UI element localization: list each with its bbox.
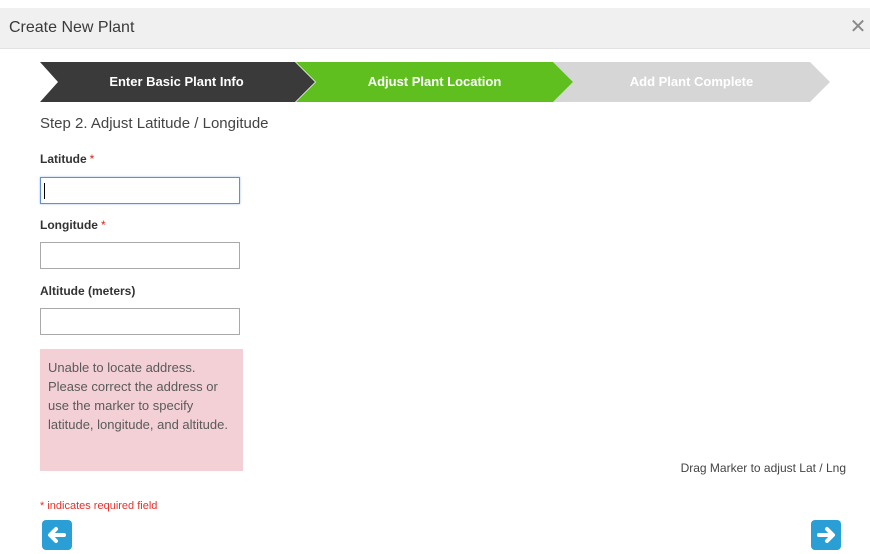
altitude-label-text: Altitude (meters) — [40, 284, 136, 298]
arrow-left-icon — [48, 527, 66, 543]
required-mark: * — [100, 218, 106, 232]
text-caret — [44, 183, 45, 199]
longitude-label: Longitude * — [40, 218, 106, 232]
back-button[interactable] — [42, 520, 72, 550]
next-button[interactable] — [811, 520, 841, 550]
create-plant-dialog: Create New Plant ✕ Enter Basic Plant Inf… — [0, 0, 870, 554]
required-mark: * — [89, 152, 95, 166]
latitude-label-text: Latitude — [40, 152, 87, 166]
dialog-titlebar: Create New Plant ✕ — [0, 8, 870, 49]
altitude-input[interactable] — [40, 308, 240, 335]
required-field-note: * indicates required field — [40, 500, 158, 512]
map-drag-hint: Drag Marker to adjust Lat / Lng — [680, 461, 846, 475]
latitude-label: Latitude * — [40, 152, 94, 166]
dialog-title: Create New Plant — [9, 19, 135, 36]
close-icon[interactable]: ✕ — [848, 15, 868, 39]
wizard-step-2-label: Adjust Plant Location — [367, 74, 502, 89]
wizard-step-3-label: Add Plant Complete — [629, 74, 754, 89]
arrow-right-icon — [817, 527, 835, 543]
longitude-label-text: Longitude — [40, 218, 98, 232]
altitude-label: Altitude (meters) — [40, 284, 135, 298]
step-heading: Step 2. Adjust Latitude / Longitude — [40, 115, 269, 132]
location-error-message: Unable to locate address. Please correct… — [40, 349, 243, 471]
wizard-step-1-label: Enter Basic Plant Info — [109, 74, 244, 89]
longitude-input[interactable] — [40, 242, 240, 269]
wizard-progress: Enter Basic Plant Info Adjust Plant Loca… — [40, 62, 830, 102]
latitude-input[interactable] — [40, 177, 240, 204]
